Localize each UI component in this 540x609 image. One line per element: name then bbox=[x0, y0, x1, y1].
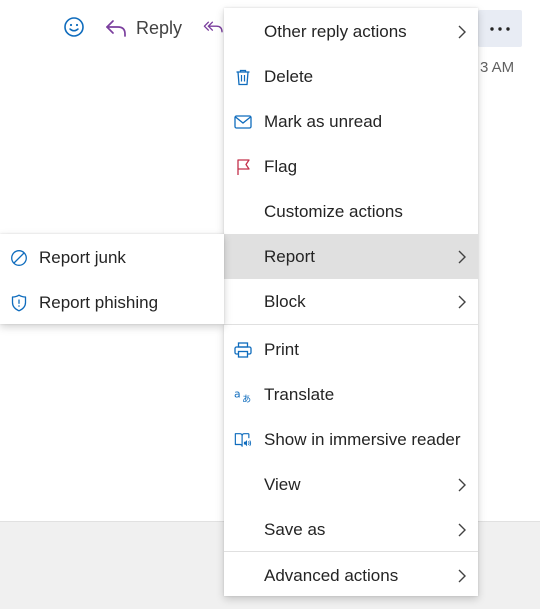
menu-item-label: Report bbox=[264, 246, 316, 266]
menu-item-view[interactable]: View bbox=[224, 462, 478, 507]
chevron-right-icon bbox=[458, 25, 466, 38]
menu-item-label: Translate bbox=[264, 384, 335, 404]
translate-icon: a あ bbox=[234, 386, 252, 404]
printer-icon bbox=[234, 341, 252, 359]
emoji-button[interactable] bbox=[60, 13, 88, 41]
menu-item-label: Print bbox=[264, 339, 299, 359]
menu-item-other-reply-actions[interactable]: Other reply actions bbox=[224, 9, 478, 54]
menu-item-save-as[interactable]: Save as bbox=[224, 507, 478, 552]
more-actions-button[interactable] bbox=[478, 10, 522, 47]
chevron-right-icon bbox=[458, 523, 466, 536]
menu-item-label: Report phishing bbox=[39, 292, 159, 312]
junk-circle-slash-icon bbox=[10, 249, 28, 267]
menu-item-label: Other reply actions bbox=[264, 21, 407, 41]
flag-icon bbox=[234, 158, 252, 176]
menu-item-translate[interactable]: a あ Translate bbox=[224, 372, 478, 417]
menu-item-advanced-actions[interactable]: Advanced actions bbox=[224, 553, 478, 598]
menu-divider bbox=[224, 551, 478, 552]
menu-item-print[interactable]: Print bbox=[224, 327, 478, 372]
menu-item-delete[interactable]: Delete bbox=[224, 54, 478, 99]
chevron-right-icon bbox=[458, 478, 466, 491]
menu-item-mark-as-unread[interactable]: Mark as unread bbox=[224, 99, 478, 144]
menu-item-report-phishing[interactable]: Report phishing bbox=[0, 280, 224, 325]
more-actions-menu: Other reply actions Delete Mark as unrea… bbox=[224, 8, 478, 596]
menu-item-report-junk[interactable]: Report junk bbox=[0, 235, 224, 280]
menu-item-label: Block bbox=[264, 291, 306, 311]
shield-icon bbox=[10, 294, 28, 312]
message-time: 3 AM bbox=[480, 59, 515, 76]
more-ellipsis-icon bbox=[490, 26, 510, 31]
emoji-icon bbox=[64, 17, 84, 37]
svg-text:a: a bbox=[234, 387, 241, 400]
menu-item-label: Report junk bbox=[39, 247, 126, 267]
trash-icon bbox=[234, 68, 252, 86]
immersive-reader-icon bbox=[234, 431, 252, 449]
menu-item-customize-actions[interactable]: Customize actions bbox=[224, 189, 478, 234]
menu-item-label: Save as bbox=[264, 519, 326, 539]
menu-item-label: View bbox=[264, 474, 301, 494]
chevron-right-icon bbox=[458, 569, 466, 582]
menu-item-label: Flag bbox=[264, 156, 298, 176]
menu-item-label: Show in immersive reader bbox=[264, 429, 461, 449]
chevron-right-icon bbox=[458, 295, 466, 308]
menu-item-flag[interactable]: Flag bbox=[224, 144, 478, 189]
menu-item-label: Advanced actions bbox=[264, 565, 399, 585]
menu-item-label: Delete bbox=[264, 66, 314, 86]
menu-item-block[interactable]: Block bbox=[224, 279, 478, 324]
report-submenu: Report junk Report phishing bbox=[0, 234, 224, 324]
reply-label: Reply bbox=[136, 17, 183, 38]
reply-all-button[interactable] bbox=[202, 13, 226, 41]
menu-divider bbox=[224, 324, 478, 325]
svg-text:あ: あ bbox=[242, 394, 251, 404]
reply-arrow-icon bbox=[106, 20, 126, 37]
reply-all-icon bbox=[203, 21, 223, 33]
menu-item-label: Customize actions bbox=[264, 201, 403, 221]
menu-item-report[interactable]: Report bbox=[224, 234, 478, 279]
envelope-icon bbox=[234, 113, 252, 131]
reply-button[interactable]: Reply bbox=[104, 13, 182, 43]
menu-item-immersive-reader[interactable]: Show in immersive reader bbox=[224, 417, 478, 462]
chevron-right-icon bbox=[458, 250, 466, 263]
menu-item-label: Mark as unread bbox=[264, 111, 383, 131]
